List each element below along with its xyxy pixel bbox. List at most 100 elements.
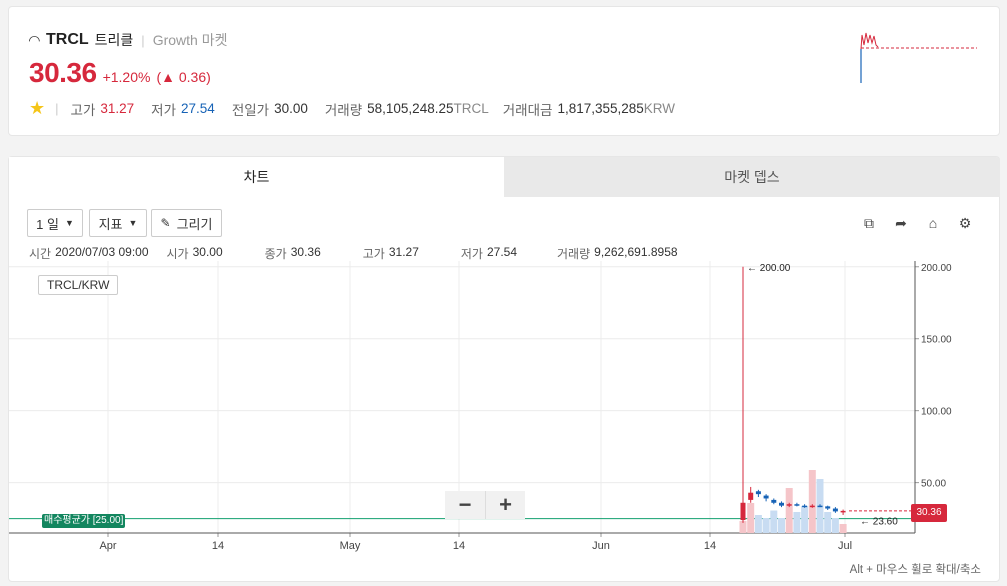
x-tick-label: 14 [453, 540, 465, 552]
ticker-symbol: TRCL [46, 31, 89, 48]
candle-body [740, 502, 746, 521]
indicator-label: 지표 [98, 216, 123, 232]
coin-logo-icon: ◠ [29, 31, 40, 48]
trade-value-label: 거래대금 [502, 102, 553, 118]
low-value: 27.54 [181, 101, 215, 116]
high-value: 31.27 [388, 245, 419, 259]
candle-body [840, 510, 846, 513]
volume-bar [793, 512, 801, 533]
low-value: 27.54 [486, 245, 518, 259]
pencil-icon: ✎ [160, 216, 171, 230]
max-price-marker: ← 200.00 [747, 263, 791, 274]
volume-bar [770, 510, 778, 533]
time-value: 2020/07/03 09:00 [55, 245, 149, 259]
candle-body [825, 506, 831, 509]
candle-body [763, 495, 769, 499]
change-absolute: (▲ 0.36) [156, 69, 211, 85]
x-tick-label: Apr [99, 540, 116, 552]
x-tick-label: 14 [704, 540, 716, 552]
pair-label: TRCL/KRW [38, 275, 119, 295]
ohlc-info-row: 시간 2020/07/03 09:00 시가 30.00 종가 30.36 고가… [29, 245, 696, 262]
volume-bar [801, 506, 809, 533]
indicator-select[interactable]: 지표 ▼ [89, 209, 147, 237]
open-value: 30.00 [192, 245, 223, 259]
price-row: 30.36 +1.20% (▲ 0.36) [29, 57, 211, 89]
x-tick-label: May [340, 540, 361, 552]
trade-value-unit: KRW [643, 101, 676, 116]
caret-down-icon: ▼ [128, 218, 138, 228]
volume-bar [808, 470, 816, 533]
open-label: 시가 [166, 247, 189, 261]
draw-button[interactable]: ✎ 그리기 [151, 209, 222, 237]
share-icon[interactable]: ➦ [891, 213, 911, 233]
volume-bar [762, 518, 770, 533]
divider: | [141, 32, 145, 48]
volume-bar [824, 512, 832, 533]
prev-close-value: 30.00 [274, 101, 308, 116]
average-buy-price-tag: 매수평균가 [25.00] [42, 514, 126, 528]
trade-value: 1,817,355,285 [557, 101, 644, 116]
volume-bar [785, 488, 793, 533]
x-tick-label: Jun [592, 540, 610, 552]
candle-body [832, 508, 838, 512]
time-label: 시간 [29, 247, 52, 261]
candle-body [755, 491, 761, 495]
stats-row: ★ | 고가 31.27 저가 27.54 전일가 30.00 거래량 58,1… [29, 98, 675, 119]
mini-price-chart [860, 32, 977, 83]
candle-body [786, 504, 792, 506]
last-price-tag: 30.36 [911, 504, 947, 522]
volume-label: 거래량 [324, 102, 363, 118]
mini-price-line [860, 32, 879, 50]
volume-bar [778, 518, 785, 533]
candle-body [802, 505, 808, 508]
candle-body [794, 504, 800, 506]
y-tick-label: 50.00 [921, 479, 946, 490]
close-value: 30.36 [290, 245, 321, 259]
candle-body [771, 499, 777, 503]
volume-label: 거래량 [557, 247, 591, 261]
y-tick-label: 200.00 [921, 263, 952, 274]
external-link-icon[interactable]: ⧉ [859, 213, 879, 233]
x-tick-label: 14 [212, 540, 224, 552]
low-label: 저가 [151, 102, 177, 118]
prev-close-label: 전일가 [231, 102, 270, 118]
favorite-star-icon[interactable]: ★ [29, 98, 45, 119]
min-price-marker: ← 23.60 [860, 517, 898, 528]
divider: | [55, 101, 59, 116]
low-label: 저가 [460, 247, 483, 261]
change-percent: +1.20% [102, 69, 151, 85]
tab-chart[interactable]: 차트 [9, 157, 504, 197]
candle-body [748, 492, 754, 500]
high-label: 고가 [362, 247, 385, 261]
close-label: 종가 [264, 247, 287, 261]
y-tick-label: 100.00 [921, 407, 952, 418]
volume-bar [754, 515, 762, 533]
zoom-hint: Alt + 마우스 휠로 확대/축소 [849, 564, 981, 576]
chart-panel: 차트 마켓 뎁스 1 일 ▼ 지표 ▼ ✎ 그리기 ⧉ ➦ ⌂ ⚙ 시간 202… [8, 156, 1000, 582]
volume-bar [839, 524, 847, 533]
volume-value: 58,105,248.25 [367, 101, 454, 116]
volume-unit: TRCL [453, 101, 489, 116]
zoom-out-button[interactable]: − [445, 491, 485, 519]
candle-body [779, 502, 784, 506]
current-price: 30.36 [29, 57, 97, 88]
volume-bar [747, 503, 755, 533]
interval-select[interactable]: 1 일 ▼ [27, 209, 83, 237]
ticker-summary-card: ◠ TRCL 트리클 | Growth 마켓 30.36 +1.20% (▲ 0… [8, 6, 1000, 136]
interval-label: 1 일 [36, 216, 59, 232]
zoom-in-button[interactable]: + [485, 491, 525, 519]
tab-market-depth[interactable]: 마켓 뎁스 [504, 157, 1000, 197]
high-value: 31.27 [100, 101, 135, 116]
tag-icon[interactable]: ⌂ [923, 213, 943, 233]
candle-body [809, 505, 815, 508]
ticker-korean-name: 트리클 [94, 32, 134, 48]
caret-down-icon: ▼ [64, 218, 74, 228]
volume-value: 9,262,691.8958 [594, 245, 678, 259]
zoom-controls: − + [445, 491, 525, 519]
market-label: Growth 마켓 [152, 32, 228, 48]
y-tick-label: 150.00 [921, 335, 952, 346]
candle-body [817, 505, 823, 508]
settings-icon[interactable]: ⚙ [955, 213, 975, 233]
ticker-header: ◠ TRCL 트리클 | Growth 마켓 [29, 30, 227, 50]
volume-bar [831, 518, 839, 533]
